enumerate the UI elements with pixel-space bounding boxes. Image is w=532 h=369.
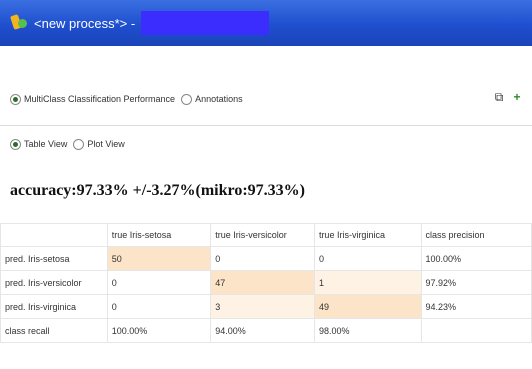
matrix-cell: 1: [313, 270, 422, 295]
matrix-cell: 3: [210, 294, 315, 319]
copy-icon[interactable]: ⧉: [492, 90, 506, 104]
result-view-selector: MultiClass Classification Performance An…: [0, 86, 532, 112]
radio-icon[interactable]: [10, 138, 21, 150]
table-row: class recall 100.00% 94.00% 98.00%: [0, 318, 532, 343]
result-toolbar: ⧉ +: [492, 90, 524, 104]
plot-view-option[interactable]: Plot View: [73, 138, 125, 150]
recall-cell: 98.00%: [313, 318, 422, 343]
table-row: pred. Iris-setosa 50 0 0 100.00%: [0, 246, 532, 271]
matrix-cell: 0: [106, 270, 212, 295]
matrix-cell: 0: [313, 246, 422, 271]
view-option-label: MultiClass Classification Performance: [24, 94, 176, 104]
window-title: <new process*> -: [34, 15, 136, 31]
add-icon[interactable]: +: [510, 90, 524, 104]
recall-cell: 94.00%: [210, 318, 315, 343]
rapidminer-app-icon: [10, 14, 28, 32]
row-label: pred. Iris-virginica: [0, 294, 108, 319]
title-selection-highlight: [141, 11, 270, 35]
matrix-cell: 49: [313, 294, 422, 319]
table-header-row: true Iris-setosa true Iris-versicolor tr…: [0, 223, 532, 247]
view-option-label: Annotations: [195, 94, 243, 104]
recall-cell: 100.00%: [106, 318, 212, 343]
divider: [0, 125, 532, 126]
row-label: pred. Iris-versicolor: [0, 270, 108, 295]
row-label: pred. Iris-setosa: [0, 246, 108, 271]
table-row: pred. Iris-versicolor 0 47 1 97.92%: [0, 270, 532, 295]
matrix-cell: 0: [210, 246, 315, 271]
plot-view-label: Plot View: [87, 139, 125, 149]
view-option-performance[interactable]: MultiClass Classification Performance: [10, 93, 176, 105]
accuracy-heading: accuracy:97.33% +/-3.27%(mikro:97.33%): [10, 182, 305, 199]
window-titlebar[interactable]: <new process*> -: [0, 0, 532, 46]
matrix-cell: 50: [106, 246, 212, 271]
matrix-cell: 47: [210, 270, 315, 295]
header-cell[interactable]: true Iris-setosa: [106, 223, 212, 247]
row-label: class recall: [0, 318, 108, 343]
header-cell: [0, 223, 108, 247]
header-cell[interactable]: true Iris-virginica: [313, 223, 422, 247]
display-mode-selector: Table View Plot View: [0, 131, 532, 157]
empty-cell: [420, 318, 532, 343]
confusion-matrix-table: true Iris-setosa true Iris-versicolor tr…: [0, 223, 532, 343]
precision-cell: 94.23%: [420, 294, 532, 319]
radio-icon[interactable]: [181, 93, 193, 105]
table-row: pred. Iris-virginica 0 3 49 94.23%: [0, 294, 532, 319]
radio-icon[interactable]: [10, 93, 21, 105]
precision-cell: 100.00%: [420, 246, 532, 271]
precision-cell: 97.92%: [420, 270, 532, 295]
radio-icon[interactable]: [73, 138, 85, 150]
matrix-cell: 0: [106, 294, 212, 319]
table-view-label: Table View: [24, 139, 68, 149]
table-view-option[interactable]: Table View: [10, 138, 68, 150]
view-option-annotations[interactable]: Annotations: [181, 93, 243, 105]
header-cell[interactable]: true Iris-versicolor: [210, 223, 315, 247]
header-cell[interactable]: class precision: [420, 223, 532, 247]
